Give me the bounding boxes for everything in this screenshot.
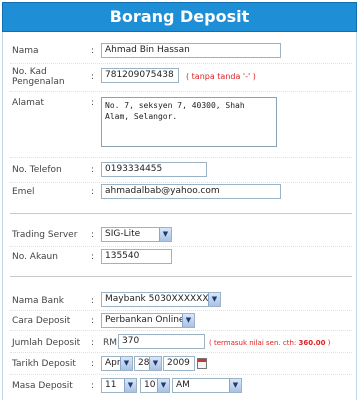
- alamat-label: Alamat: [12, 98, 44, 108]
- emel-input[interactable]: ahmadalbab@yahoo.com: [101, 184, 281, 199]
- colon: :: [91, 381, 95, 391]
- colon: :: [91, 98, 95, 108]
- nama-input[interactable]: Ahmad Bin Hassan: [101, 43, 281, 58]
- colon: :: [91, 316, 95, 326]
- row-divider: [10, 310, 352, 311]
- currency-label: RM: [103, 338, 118, 348]
- cara-select[interactable]: Perbankan Online ▼: [101, 313, 195, 328]
- row-divider: [10, 91, 352, 92]
- chevron-down-icon[interactable]: ▼: [182, 314, 194, 327]
- bank-label: Nama Bank: [12, 296, 64, 306]
- jumlah-input[interactable]: 370: [118, 334, 205, 349]
- colon: :: [91, 46, 95, 56]
- jumlah-label: Jumlah Deposit: [12, 338, 81, 348]
- colon: :: [91, 165, 95, 175]
- tarikh-label: Tarikh Deposit: [12, 359, 76, 369]
- tarikh-month-select[interactable]: Apr ▼: [101, 356, 133, 371]
- colon: :: [91, 338, 95, 348]
- server-select[interactable]: SIG-Lite ▼: [101, 227, 172, 242]
- alamat-textarea[interactable]: No. 7, seksyen 7, 40300, Shah Alam, Sela…: [101, 97, 277, 147]
- masa-ampm-value: AM: [176, 380, 190, 390]
- masa-hour-select[interactable]: 11 ▼: [101, 378, 137, 393]
- chevron-down-icon[interactable]: ▼: [124, 379, 136, 392]
- tarikh-day-select[interactable]: 28 ▼: [134, 356, 162, 371]
- colon: :: [91, 252, 95, 262]
- row-divider: [10, 374, 352, 375]
- chevron-down-icon[interactable]: ▼: [149, 357, 161, 370]
- colon: :: [91, 230, 95, 240]
- section-divider: [10, 276, 352, 277]
- colon: :: [91, 359, 95, 369]
- row-divider: [10, 182, 352, 183]
- kad-hint: ( tanpa tanda '-' ): [186, 72, 256, 81]
- server-label: Trading Server: [12, 230, 78, 240]
- server-value: SIG-Lite: [105, 229, 141, 239]
- akaun-label: No. Akaun: [12, 252, 58, 262]
- colon: :: [91, 72, 95, 82]
- section-divider: [10, 213, 352, 214]
- page-title: Borang Deposit: [2, 2, 357, 32]
- kad-label: No. Kad Pengenalan: [12, 67, 65, 87]
- row-divider: [10, 330, 352, 331]
- emel-label: Emel: [12, 187, 35, 197]
- row-divider: [10, 246, 352, 247]
- telefon-label: No. Telefon: [12, 165, 62, 175]
- masa-ampm-select[interactable]: AM ▼: [172, 378, 242, 393]
- chevron-down-icon[interactable]: ▼: [157, 379, 169, 392]
- tarikh-year-input[interactable]: 2009: [163, 356, 195, 371]
- chevron-down-icon[interactable]: ▼: [229, 379, 241, 392]
- bank-select[interactable]: Maybank 5030XXXXXXX ▼: [101, 292, 221, 307]
- colon: :: [91, 296, 95, 306]
- cara-label: Cara Deposit: [12, 316, 71, 326]
- jumlah-hint: ( termasuk nilai sen. cth: 360.00 ): [209, 339, 331, 347]
- masa-minute-select[interactable]: 10 ▼: [140, 378, 170, 393]
- jumlah-hint-example: 360.00: [298, 339, 326, 347]
- nama-label: Nama: [12, 46, 39, 56]
- masa-hour-value: 11: [105, 380, 117, 390]
- kad-input[interactable]: 781209075438: [101, 68, 179, 83]
- chevron-down-icon[interactable]: ▼: [208, 293, 220, 306]
- bank-value: Maybank 5030XXXXXXX: [105, 294, 215, 304]
- akaun-input[interactable]: 135540: [101, 249, 172, 264]
- colon: :: [91, 187, 95, 197]
- chevron-down-icon[interactable]: ▼: [120, 357, 132, 370]
- chevron-down-icon[interactable]: ▼: [159, 228, 171, 241]
- tarikh-day-value: 28: [138, 358, 150, 368]
- telefon-input[interactable]: 0193334455: [101, 162, 207, 177]
- tarikh-month-value: Apr: [105, 358, 121, 368]
- masa-minute-value: 10: [144, 380, 156, 390]
- calendar-icon[interactable]: [197, 358, 207, 369]
- row-divider: [10, 63, 352, 64]
- row-divider: [10, 157, 352, 158]
- row-divider: [10, 352, 352, 353]
- masa-label: Masa Deposit: [12, 381, 73, 391]
- cara-value: Perbankan Online: [105, 315, 185, 325]
